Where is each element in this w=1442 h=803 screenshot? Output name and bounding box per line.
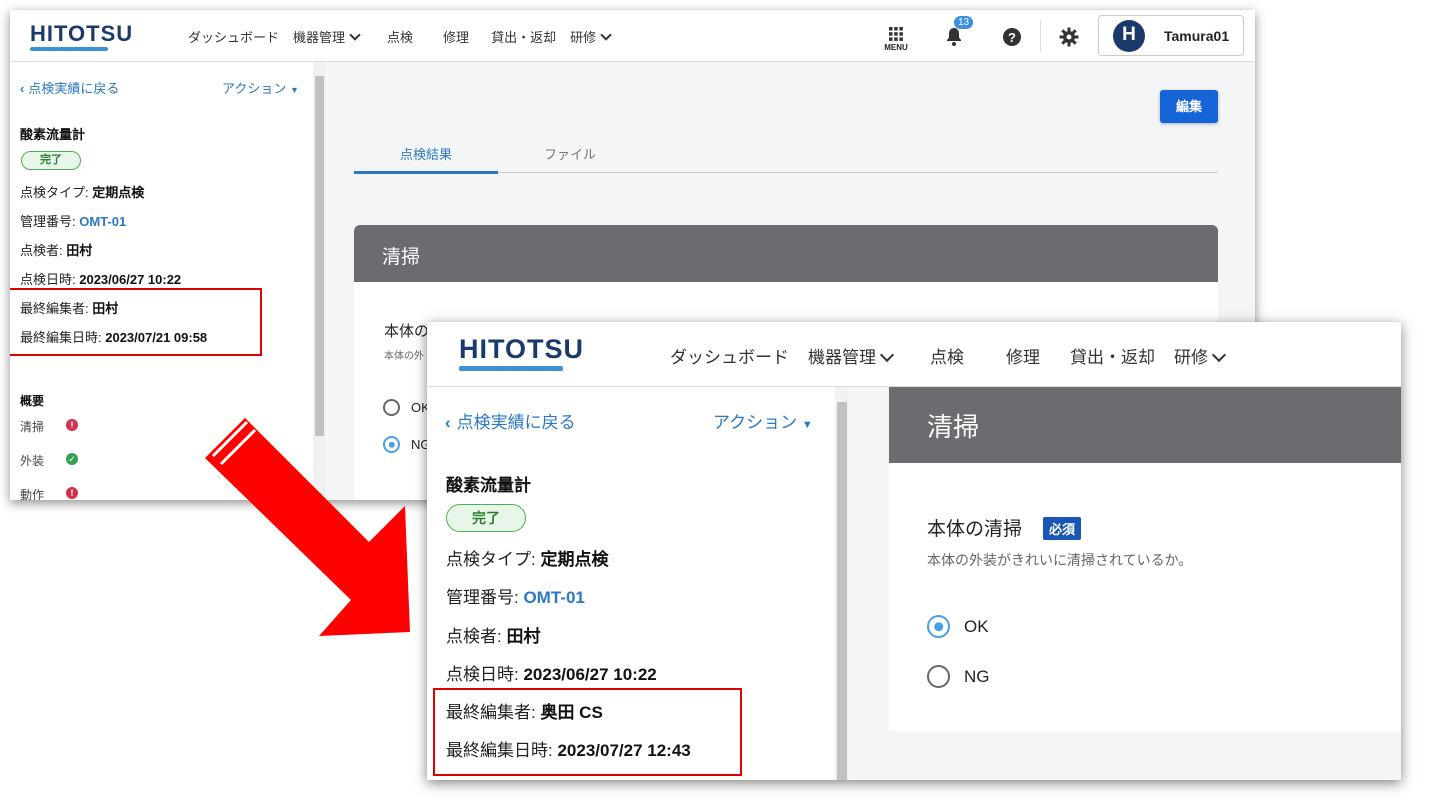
management-number: 管理番号: OMT-01 xyxy=(446,588,585,607)
status-badge: 完了 xyxy=(446,504,526,532)
management-number-link[interactable]: OMT-01 xyxy=(523,588,584,607)
equipment-name: 酸素流量計 xyxy=(20,127,86,142)
main-nav: ダッシュボード 機器管理 点検 修理 貸出・返却 研修 xyxy=(188,27,612,46)
check-icon: ✓ xyxy=(66,453,78,465)
section-title: 清掃 xyxy=(927,412,980,442)
summary-item[interactable]: 動作! xyxy=(20,486,78,500)
main-nav: ダッシュボード 機器管理 点検 修理 貸出・返却 研修 xyxy=(670,343,1227,368)
main-content: 清掃 本体の清掃 必須 本体の外装がきれいに清掃されているか。 OK NG xyxy=(850,387,1401,780)
app-menu-button[interactable]: MENU xyxy=(878,24,914,54)
tab-results[interactable]: 点検結果 xyxy=(354,144,498,163)
top-header: HITOTSU ダッシュボード 機器管理 点検 修理 貸出・返却 研修 xyxy=(427,322,1401,387)
chevron-down-icon xyxy=(1211,347,1227,363)
avatar: H xyxy=(1113,20,1145,52)
chevron-left-icon: ‹ xyxy=(445,413,451,432)
inspector: 点検者: 田村 xyxy=(446,627,541,646)
top-header: HITOTSU ダッシュボード 機器管理 点検 修理 貸出・返却 研修 MENU… xyxy=(10,10,1255,62)
header-divider xyxy=(1040,20,1041,52)
section-header: 清掃 xyxy=(354,225,1218,282)
action-dropdown[interactable]: アクション ▼ xyxy=(222,78,299,97)
user-menu-button[interactable]: H Tamura01 xyxy=(1098,15,1244,56)
nav-lending[interactable]: 貸出・返却 xyxy=(491,27,556,46)
highlight-box xyxy=(10,288,262,356)
equipment-name: 酸素流量計 xyxy=(446,476,531,495)
error-icon: ! xyxy=(66,419,78,431)
inspection-type: 点検タイプ: 定期点検 xyxy=(20,185,145,200)
nav-training[interactable]: 研修 xyxy=(570,27,612,46)
help-icon: ? xyxy=(1003,28,1021,46)
option-ok-label: OK xyxy=(964,617,989,636)
nav-repair[interactable]: 修理 xyxy=(443,27,469,46)
active-tab-indicator xyxy=(354,171,498,174)
bell-icon xyxy=(947,28,961,46)
inspection-date: 点検日時: 2023/06/27 10:22 xyxy=(20,272,182,287)
summary-item[interactable]: 外装 ✓ xyxy=(20,452,78,469)
chevron-down-icon xyxy=(349,29,361,41)
logo-underline xyxy=(459,366,563,371)
logo-underline xyxy=(30,47,108,51)
question-description: 本体の外 xyxy=(384,351,424,362)
sidebar-scrollbar[interactable] xyxy=(837,402,847,780)
caret-down-icon: ▼ xyxy=(289,85,299,95)
nav-lending[interactable]: 貸出・返却 xyxy=(1070,343,1155,368)
chevron-left-icon: ‹ xyxy=(20,81,25,96)
inspection-date: 点検日時: 2023/06/27 10:22 xyxy=(446,665,657,684)
management-number: 管理番号: OMT-01 xyxy=(20,214,127,229)
status-badge: 完了 xyxy=(21,151,81,170)
nav-equipment[interactable]: 機器管理 xyxy=(808,343,895,368)
gear-icon xyxy=(1059,27,1079,47)
inspector: 点検者: 田村 xyxy=(20,243,93,258)
nav-inspection[interactable]: 点検 xyxy=(387,27,413,46)
option-ng-label: NG xyxy=(964,667,990,686)
question-title: 本体の清掃 xyxy=(927,519,1023,540)
arrow-icon xyxy=(205,418,410,636)
radio-ng[interactable] xyxy=(927,665,950,688)
edit-button[interactable]: 編集 xyxy=(1160,90,1218,123)
back-link[interactable]: ‹ 点検実績に戻る xyxy=(445,408,576,433)
inspection-type: 点検タイプ: 定期点検 xyxy=(446,550,609,569)
summary-title: 概要 xyxy=(20,394,45,408)
nav-dashboard[interactable]: ダッシュボード xyxy=(188,27,279,46)
radio-ok[interactable] xyxy=(927,615,950,638)
caret-down-icon: ▼ xyxy=(801,419,813,431)
chevron-down-icon xyxy=(600,29,612,41)
notifications-button[interactable]: 13 xyxy=(942,16,974,50)
summary-item[interactable]: 清掃! xyxy=(20,418,78,435)
chevron-down-icon xyxy=(879,347,895,363)
user-name: Tamura01 xyxy=(1164,28,1230,44)
question-description: 本体の外装がきれいに清掃されているか。 xyxy=(927,552,1193,568)
settings-button[interactable] xyxy=(1058,26,1080,48)
section-body: 本体の清掃 必須 本体の外装がきれいに清掃されているか。 OK NG xyxy=(889,463,1401,731)
sidebar-scrollbar[interactable] xyxy=(315,76,324,436)
error-icon: ! xyxy=(66,487,78,499)
section-title: 清掃 xyxy=(382,247,421,268)
nav-inspection[interactable]: 点検 xyxy=(930,343,964,368)
hitotsu-logo[interactable]: HITOTSU xyxy=(459,334,584,365)
back-link[interactable]: ‹ 点検実績に戻る xyxy=(20,78,119,97)
help-button[interactable]: ? xyxy=(1001,26,1023,48)
tab-files[interactable]: ファイル xyxy=(498,144,642,163)
nav-repair[interactable]: 修理 xyxy=(1006,343,1040,368)
action-dropdown[interactable]: アクション ▼ xyxy=(713,408,813,433)
hitotsu-logo[interactable]: HITOTSU xyxy=(30,21,133,47)
nav-dashboard[interactable]: ダッシュボード xyxy=(670,343,789,368)
grid-icon xyxy=(889,26,903,41)
question-title: 本体の xyxy=(384,323,430,340)
section-header: 清掃 xyxy=(889,387,1401,463)
highlight-box xyxy=(433,688,742,776)
management-number-link[interactable]: OMT-01 xyxy=(79,214,126,229)
notification-count-badge: 13 xyxy=(954,16,974,29)
menu-label: MENU xyxy=(884,42,908,52)
svg-text:?: ? xyxy=(1008,30,1016,45)
required-badge: 必須 xyxy=(1043,517,1082,540)
nav-training[interactable]: 研修 xyxy=(1174,343,1227,368)
nav-equipment[interactable]: 機器管理 xyxy=(293,27,361,46)
screenshot-after: HITOTSU ダッシュボード 機器管理 点検 修理 貸出・返却 研修 ‹ 点検実… xyxy=(427,322,1401,780)
